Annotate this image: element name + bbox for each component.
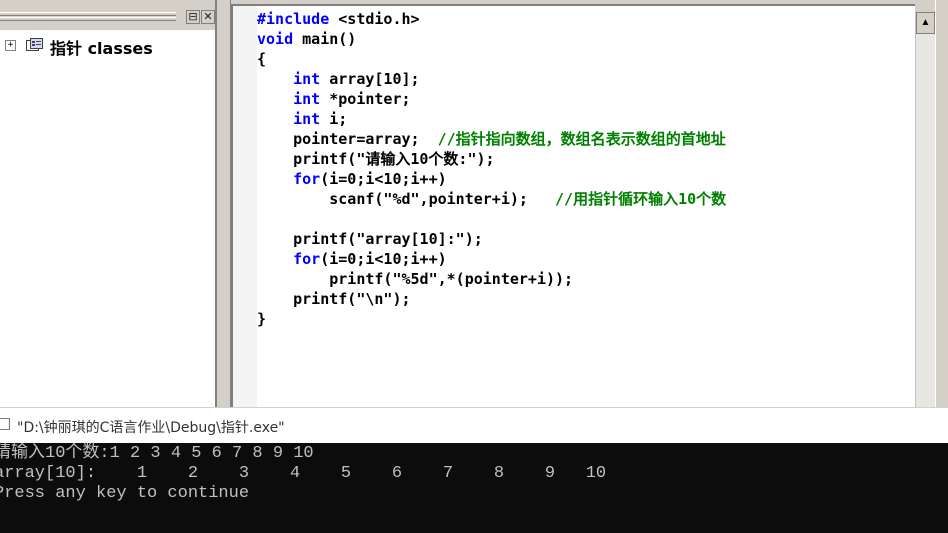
code-editor[interactable]: #include <stdio.h> void main(){ int array… — [231, 4, 915, 410]
code-line: pointer=array; //指针指向数组，数组名表示数组的首地址 — [257, 129, 726, 149]
code-line: } — [257, 309, 726, 329]
code-line: { — [257, 49, 726, 69]
console-line: array[10]: 1 2 3 4 5 6 7 8 9 10 — [0, 464, 607, 483]
classes-folder-icon — [26, 38, 43, 51]
code-token: array[10]; — [320, 70, 420, 88]
class-tree: + 指针 classes — [0, 34, 215, 58]
code-line: for(i=0;i<10;i++) — [257, 169, 726, 189]
code-token: pointer=array; — [257, 130, 438, 148]
tree-item-classes[interactable]: 指针 classes — [50, 35, 153, 59]
code-keyword: void — [257, 30, 294, 48]
code-keyword: for — [293, 170, 321, 188]
code-token: scanf("%d",pointer+i); — [257, 190, 556, 208]
pane-splitter[interactable] — [217, 0, 231, 410]
drag-grip[interactable] — [0, 12, 176, 16]
code-line: printf("array[10]:"); — [257, 229, 726, 249]
code-text: #include <stdio.h> void main(){ int array… — [257, 9, 726, 329]
code-token: printf("%5d",*(pointer+i)); — [257, 270, 574, 288]
console-titlebar[interactable]: "D:\钟丽琪的C语言作业\Debug\指针.exe" — [0, 407, 948, 443]
code-keyword: int — [293, 110, 321, 128]
code-line: #include <stdio.h> — [257, 9, 726, 29]
code-line: printf("请输入10个数:"); — [257, 149, 726, 169]
vertical-scrollbar[interactable]: ▲ — [915, 12, 935, 410]
code-token: { — [257, 50, 267, 68]
close-pane-button[interactable]: ✕ — [201, 10, 215, 24]
window-frame-edge — [935, 0, 948, 410]
console-output: 请输入10个数:1 2 3 4 5 6 7 8 9 10 array[10]: … — [0, 443, 948, 533]
code-line: printf("\n"); — [257, 289, 726, 309]
code-line: for(i=0;i<10;i++) — [257, 249, 726, 269]
code-token: (i=0;i<10;i++) — [320, 250, 447, 268]
code-line: int i; — [257, 109, 726, 129]
code-token: *pointer; — [320, 90, 411, 108]
workspace-titlebar[interactable]: ⊟ ✕ — [0, 0, 215, 30]
console-line: 请输入10个数:1 2 3 4 5 6 7 8 9 10 — [0, 444, 314, 463]
code-token: } — [257, 310, 267, 328]
code-line: scanf("%d",pointer+i); //用指针循环输入10个数 — [257, 189, 726, 209]
code-token: printf("array[10]:"); — [257, 230, 483, 248]
code-token: <stdio.h> — [329, 10, 420, 28]
tree-expander-icon[interactable]: + — [5, 40, 16, 51]
code-keyword: int — [293, 90, 321, 108]
code-comment: //指针指向数组，数组名表示数组的首地址 — [437, 130, 726, 148]
code-line: void main() — [257, 29, 726, 49]
code-keyword: #include — [257, 10, 330, 28]
editor-gutter — [233, 6, 257, 410]
restore-pane-button[interactable]: ⊟ — [186, 10, 200, 24]
console-title: "D:\钟丽琪的C语言作业\Debug\指针.exe" — [17, 420, 285, 436]
code-line: int array[10]; — [257, 69, 726, 89]
code-token: i; — [320, 110, 348, 128]
code-token: main() — [293, 30, 357, 48]
scroll-up-icon[interactable]: ▲ — [916, 12, 935, 34]
code-token: printf("请输入10个数:"); — [257, 150, 495, 168]
code-line: int *pointer; — [257, 89, 726, 109]
code-keyword: for — [293, 250, 321, 268]
code-keyword: int — [293, 70, 321, 88]
drag-grip[interactable] — [0, 17, 176, 21]
code-token: (i=0;i<10;i++) — [320, 170, 447, 188]
code-line: printf("%5d",*(pointer+i)); — [257, 269, 726, 289]
console-window-icon — [0, 418, 10, 430]
workspace-pane: ⊟ ✕ + 指针 classes — [0, 0, 217, 410]
code-comment: //用指针循环输入10个数 — [555, 190, 727, 208]
console-line: Press any key to continue — [0, 484, 250, 503]
code-token: printf("\n"); — [257, 290, 411, 308]
